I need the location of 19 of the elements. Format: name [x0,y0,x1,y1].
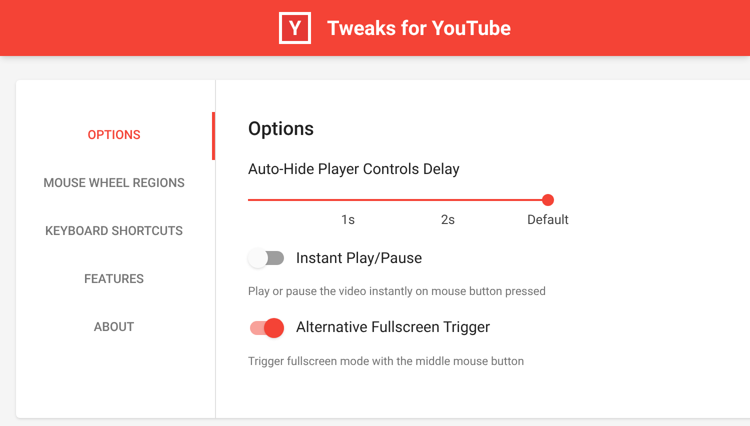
slider-stop-label: 1s [341,212,355,230]
slider-label: Auto-Hide Player Controls Delay [248,159,461,180]
sidebar-tab[interactable]: KEYBOARD SHORTCUTS [16,208,215,256]
sidebar-tab[interactable]: ABOUT [16,304,215,352]
slider-stop-label: 2s [441,212,455,230]
slider-stop-label: Default [527,212,569,230]
section-heading: Options [248,116,316,142]
toggle-switch[interactable] [248,248,284,268]
toggle-label: Instant Play/Pause [296,248,422,268]
sidebar-tab[interactable]: MOUSE WHEEL REGIONS [16,160,215,208]
sidebar-tab[interactable]: FEATURES [16,256,215,304]
sidebar-tab[interactable]: OPTIONS [16,112,215,160]
toggle-description: Play or pause the video instantly on mouse button pressed [248,283,547,300]
toggle-label: Alternative Fullscreen Trigger [296,317,490,338]
logo-icon: Y [279,12,312,44]
slider-thumb[interactable] [542,194,554,206]
app-title: Tweaks for YouTube [327,15,511,42]
toggle-switch[interactable] [248,318,284,338]
toggle-description: Trigger fullscreen mode with the middle mouse button [248,352,526,370]
